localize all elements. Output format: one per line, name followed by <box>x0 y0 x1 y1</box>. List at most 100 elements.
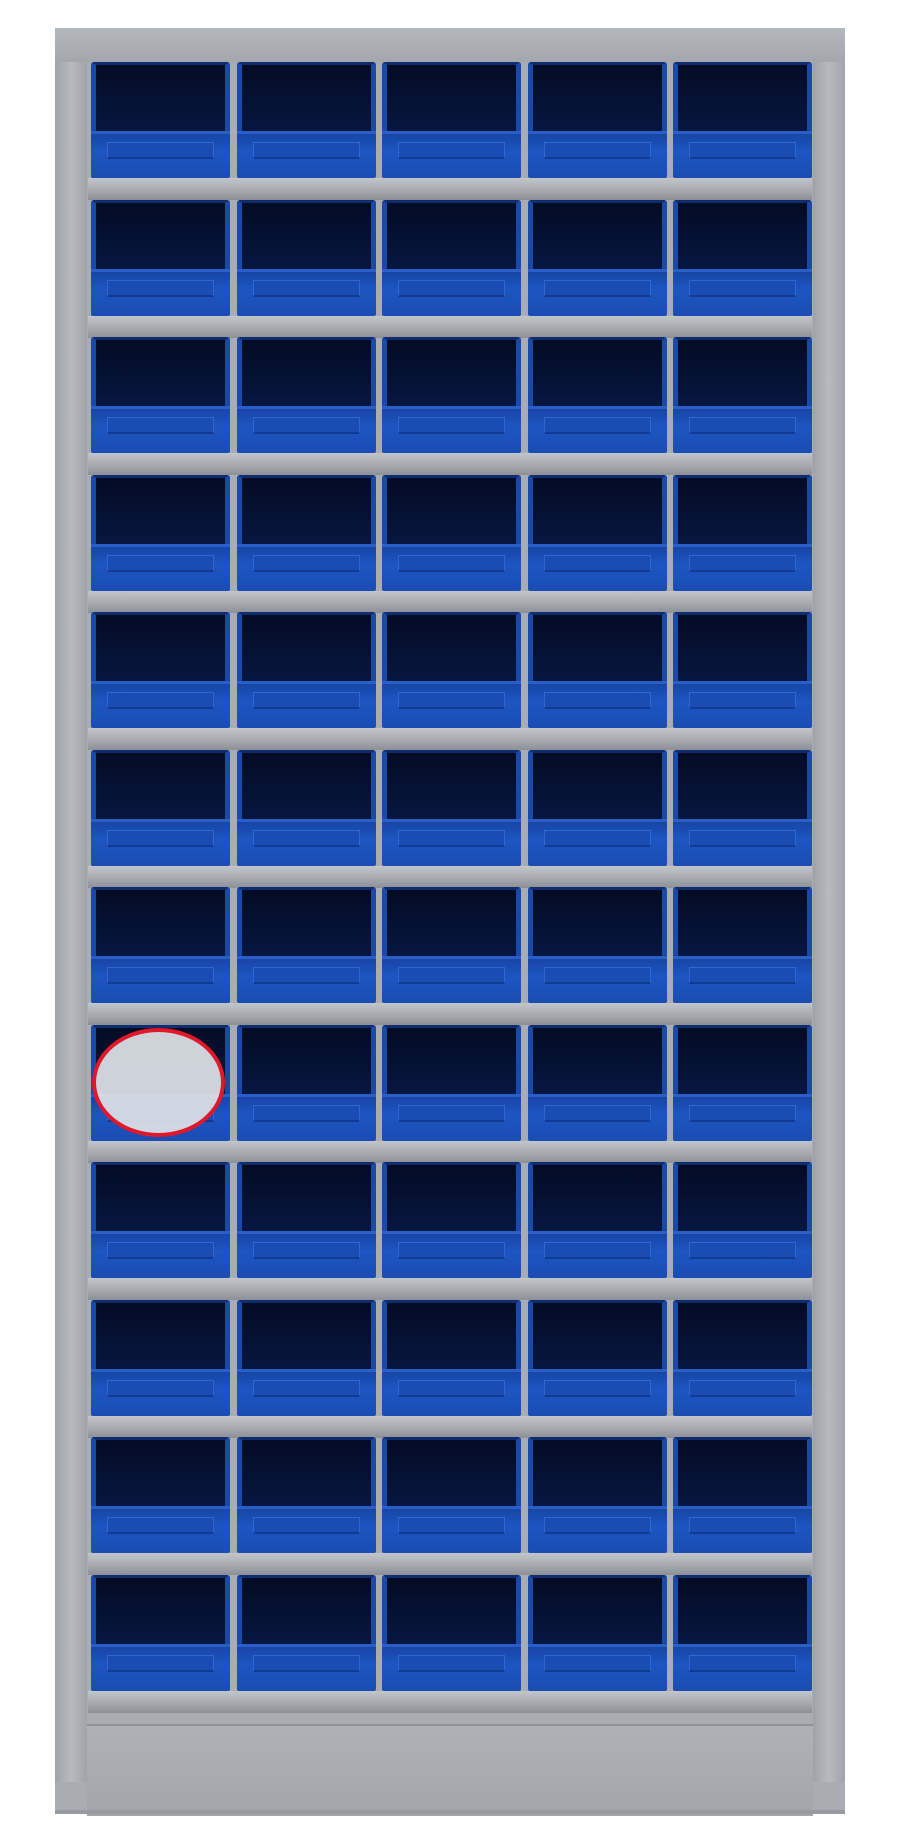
bin-label-slot <box>252 142 360 159</box>
bin-label-slot <box>252 829 360 847</box>
cabinet-plinth <box>87 1724 813 1816</box>
cabinet-right-post <box>813 62 845 1782</box>
shelf-rail <box>88 590 812 613</box>
shelf-rail <box>88 1278 812 1300</box>
bin-label-slot <box>689 279 796 297</box>
storage-bin <box>236 1574 376 1691</box>
bin-front-lip <box>91 1371 230 1416</box>
bin-front-lip <box>236 1646 376 1691</box>
bin-front-lip <box>91 959 230 1003</box>
storage-bin <box>382 749 521 866</box>
bin-front-lip <box>382 1646 521 1691</box>
storage-bin <box>382 612 521 728</box>
storage-bin <box>527 749 667 866</box>
storage-bin <box>673 62 812 178</box>
bin-front-lip <box>527 546 667 591</box>
bin-label-slot <box>107 829 214 847</box>
storage-bin <box>236 887 376 1003</box>
bin-front-lip <box>673 409 812 453</box>
bin-front-lip <box>527 134 667 178</box>
bin-label-slot <box>689 142 796 159</box>
bin-label-slot <box>252 1654 360 1672</box>
highlight-ellipse <box>92 1028 225 1137</box>
storage-bin <box>527 1299 667 1416</box>
storage-bin <box>527 1024 667 1141</box>
bin-front-lip <box>673 1234 812 1278</box>
bin-label-slot <box>398 692 505 709</box>
storage-cabinet <box>55 28 845 1816</box>
bin-front-lip <box>673 1646 812 1691</box>
bin-front-lip <box>91 409 230 453</box>
storage-bin <box>91 199 230 316</box>
storage-bin <box>527 1437 667 1553</box>
bin-label-slot <box>543 142 651 159</box>
storage-bin <box>382 1574 521 1691</box>
bin-front-lip <box>382 684 521 728</box>
storage-bin <box>236 337 376 453</box>
cabinet-left-post <box>55 62 87 1782</box>
bin-front-lip <box>236 684 376 728</box>
shelf-rail <box>88 315 812 338</box>
shelf-rail <box>88 178 812 200</box>
bin-front-lip <box>527 1096 667 1141</box>
bin-label-slot <box>252 279 360 297</box>
bin-label-slot <box>689 967 796 984</box>
bin-front-lip <box>236 271 376 316</box>
storage-bin <box>236 612 376 728</box>
bin-front-lip <box>527 1234 667 1278</box>
bin-label-slot <box>689 417 796 434</box>
bin-label-slot <box>398 1242 505 1259</box>
bin-label-slot <box>543 1517 651 1534</box>
bin-front-lip <box>91 1509 230 1553</box>
bin-label-slot <box>252 692 360 709</box>
storage-bin <box>382 887 521 1003</box>
storage-bin <box>91 1299 230 1416</box>
storage-bin <box>673 199 812 316</box>
storage-bin <box>382 1024 521 1141</box>
bin-label-slot <box>107 554 214 572</box>
bin-label-slot <box>398 1379 505 1397</box>
bin-label-slot <box>689 1104 796 1122</box>
bin-label-slot <box>107 1517 214 1534</box>
bin-front-lip <box>91 271 230 316</box>
shelf-rail <box>88 1553 812 1575</box>
storage-bin <box>91 1162 230 1278</box>
storage-bin <box>673 337 812 453</box>
bin-front-lip <box>236 1371 376 1416</box>
bin-front-lip <box>91 134 230 178</box>
shelf-rail <box>88 1140 812 1163</box>
bin-front-lip <box>382 959 521 1003</box>
bin-label-slot <box>252 1379 360 1397</box>
storage-bin <box>673 1024 812 1141</box>
bin-front-lip <box>382 134 521 178</box>
bin-label-slot <box>543 279 651 297</box>
bin-front-lip <box>673 684 812 728</box>
storage-bin <box>673 612 812 728</box>
storage-bin <box>527 612 667 728</box>
storage-bin <box>91 474 230 591</box>
bin-front-lip <box>673 271 812 316</box>
storage-bin <box>673 749 812 866</box>
bin-label-slot <box>252 554 360 572</box>
bin-front-lip <box>382 409 521 453</box>
storage-bin <box>382 474 521 591</box>
bin-label-slot <box>107 417 214 434</box>
bin-front-lip <box>382 1234 521 1278</box>
storage-bin <box>236 1437 376 1553</box>
bin-front-lip <box>673 546 812 591</box>
bin-label-slot <box>543 1242 651 1259</box>
storage-bin <box>382 1162 521 1278</box>
bin-front-lip <box>673 134 812 178</box>
storage-bin <box>527 337 667 453</box>
bin-label-slot <box>543 1379 651 1397</box>
bin-front-lip <box>673 1509 812 1553</box>
storage-bin <box>91 749 230 866</box>
bin-label-slot <box>689 692 796 709</box>
storage-bin <box>91 612 230 728</box>
storage-bin <box>236 749 376 866</box>
bin-front-lip <box>236 546 376 591</box>
bin-label-slot <box>252 967 360 984</box>
bin-label-slot <box>689 829 796 847</box>
bin-label-slot <box>398 417 505 434</box>
bin-front-lip <box>91 1234 230 1278</box>
